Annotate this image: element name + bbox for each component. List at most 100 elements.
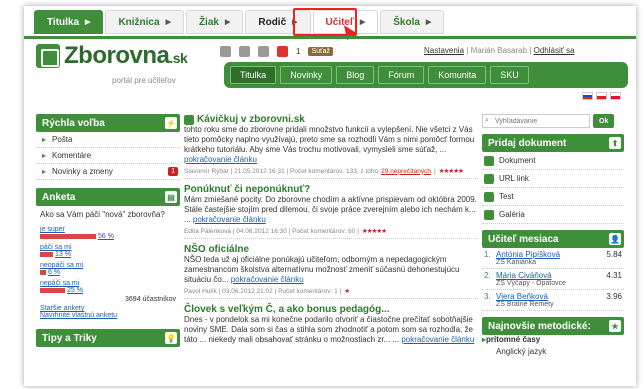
nav-novinky[interactable]: Novinky <box>280 66 333 84</box>
rating-stars-icon: ★★★★★ <box>438 168 464 175</box>
poll-icon: ▤ <box>165 191 177 203</box>
poll-bar <box>40 288 65 293</box>
zborovna-icon <box>184 114 194 125</box>
mail-icon[interactable] <box>220 46 231 57</box>
logo[interactable]: Zborovna.sk <box>64 42 188 70</box>
older-polls-link[interactable]: Staršie ankety <box>40 305 180 312</box>
teacher-month-header: Učiteľ mesiaca 👤 <box>482 230 624 248</box>
quick-item-novinky[interactable]: ▸ Novinky a zmeny 1 <box>36 164 180 180</box>
teacher-link[interactable]: Mária Civáňová <box>496 271 552 280</box>
settings-link[interactable]: Nastavenia <box>424 46 464 55</box>
tab-kniznica[interactable]: Knižnica ▶ <box>105 10 184 34</box>
article-title[interactable]: Ponúknuť či neponúknuť? <box>184 184 310 195</box>
article-title[interactable]: Človek s veľkým Č, a ako bonus pedagóg..… <box>184 304 390 315</box>
lightning-icon: ⚡ <box>165 117 177 129</box>
divider <box>24 36 636 39</box>
poll-bar <box>40 270 46 275</box>
add-url[interactable]: URL link <box>482 170 624 188</box>
header-icons: 1 Súťaž <box>220 46 334 57</box>
nav-komunita[interactable]: Komunita <box>428 66 487 84</box>
search-ok-button[interactable]: Ok <box>593 114 615 128</box>
sutaz-button[interactable]: Súťaž <box>308 47 334 56</box>
new-methods-header: Najnovšie metodické: ★ <box>482 317 624 335</box>
top-tabs: Titulka ▶ Knižnica ▶ Žiak ▶ Rodič ▶ Učiteľ ▶ … <box>34 10 445 36</box>
poll-option[interactable]: nepáči sa mi 25 % <box>40 278 176 294</box>
new-method-item[interactable]: ▸prítomné časy <box>482 335 624 347</box>
teacher-link[interactable]: Viera Beňková <box>496 292 548 301</box>
nav-sku[interactable]: SKU <box>490 66 529 84</box>
right-sidebar: ⌕ Ok Pridaj dokument⬆ Dokument URL link … <box>482 114 624 359</box>
articles: Kávičkuj v zborovni.sk tohto roku sme do… <box>184 114 478 353</box>
count-badge: 1 <box>168 167 178 176</box>
nav-forum[interactable]: Fórum <box>378 66 425 84</box>
flag-sk-icon[interactable] <box>582 92 593 100</box>
participants-count: 3694 účastníkov <box>125 296 176 303</box>
quick-header: Rýchla voľba ⚡ <box>36 114 180 132</box>
teacher-link[interactable]: Antónia Pipíšková <box>496 250 560 259</box>
teacher-row: 2. Mária Civáňová ZŠ Výčapy - Opatovce 4.31 <box>482 269 624 290</box>
bullet-icon: ▸ <box>42 167 47 176</box>
arrow-right-icon: ▶ <box>224 19 231 26</box>
page-frame: Titulka ▶ Knižnica ▶ Žiak ▶ Rodič ▶ Učiteľ ▶ … <box>24 6 636 386</box>
flag-pl-icon[interactable] <box>610 92 621 100</box>
tab-titulka[interactable]: Titulka ▶ <box>34 10 104 34</box>
star-icon: ★ <box>609 320 621 332</box>
article-meta: Slavomír Rybár | 21.05.2012 16:31 | Poče… <box>184 167 464 176</box>
tips-header: Tipy a Triky 💡 <box>36 329 180 347</box>
arrow-right-icon: ▶ <box>165 19 171 26</box>
search-icon: ⌕ <box>485 117 489 124</box>
add-gallery[interactable]: Galéria <box>482 206 624 224</box>
quick-item-komentare[interactable]: ▸ Komentáre <box>36 148 180 164</box>
language-flags <box>582 92 621 100</box>
article-meta: Pavol Hulík | 03.06.2012 21:02 | Počet k… <box>184 287 350 296</box>
search-bar: ⌕ Ok <box>482 114 624 128</box>
article-title[interactable]: NŠO oficiálne <box>184 244 249 255</box>
nav-blog[interactable]: Blog <box>336 66 375 84</box>
search-input[interactable] <box>482 114 590 128</box>
gift-icon[interactable] <box>258 46 269 57</box>
article: Človek s veľkým Č, a ako bonus pedagóg..… <box>184 304 475 344</box>
document-icon <box>484 155 494 166</box>
read-more-link[interactable]: pokračovanie článku <box>184 155 257 164</box>
arrow-right-icon: ▶ <box>85 19 91 26</box>
quick-item-posta[interactable]: ▸ Pošta <box>36 132 180 148</box>
nav-titulka[interactable]: Titulka <box>230 66 277 84</box>
rating-stars-icon: ★ <box>344 288 350 295</box>
suggest-poll-link[interactable]: Navrhnite vlastnú anketu <box>40 312 180 319</box>
teacher-row: 3. Viera Beňková ZŠ Bratné Remety 3.96 <box>482 290 624 311</box>
flag-cz-icon[interactable] <box>596 92 607 100</box>
add-test[interactable]: Test <box>482 188 624 206</box>
gallery-icon <box>484 209 494 220</box>
poll-option[interactable]: páči sa mi 13 % <box>40 242 176 258</box>
arrow-right-icon: ▶ <box>359 19 366 26</box>
add-document[interactable]: Dokument <box>482 152 624 170</box>
read-more-link[interactable]: pokračovanie článku <box>401 335 474 344</box>
notification-count: 1 <box>296 47 301 56</box>
upload-icon: ⬆ <box>609 137 621 149</box>
person-icon: 👤 <box>609 233 621 245</box>
article-title[interactable]: Kávičkuj v zborovni.sk <box>197 114 305 125</box>
tagline: portál pre učiteľov <box>112 76 176 85</box>
link-icon <box>484 173 494 184</box>
new-method-item[interactable]: Anglický jazyk <box>482 347 624 359</box>
tab-ziak[interactable]: Žiak ▶ <box>185 10 244 34</box>
test-icon <box>484 191 494 202</box>
user-bar: Nastavenia | Marián Basarab | Odhlásiť s… <box>424 46 575 55</box>
tab-skola[interactable]: Škola ▶ <box>380 10 445 34</box>
article: Ponúknuť či neponúknuť? Mám zmiešané poc… <box>184 184 478 239</box>
bulb-icon: 💡 <box>165 332 177 344</box>
poll-option[interactable]: je super 56 % <box>40 224 176 240</box>
teacher-row: 1. Antónia Pipíšková ZŠ Kanianka 5.84 <box>482 248 624 269</box>
read-more-link[interactable]: pokračovanie článku <box>231 275 304 284</box>
logout-link[interactable]: Odhlásiť sa <box>534 46 575 55</box>
add-doc-header[interactable]: Pridaj dokument ⬆ <box>482 134 624 152</box>
bullet-icon: ▸ <box>42 151 47 160</box>
poll-option[interactable]: neopáči sa mi 6 % <box>40 260 176 276</box>
broadcast-icon[interactable] <box>277 46 288 57</box>
chat-icon[interactable] <box>239 46 250 57</box>
user-name: Marián Basarab <box>470 46 528 55</box>
read-more-link[interactable]: pokračovanie článku <box>193 215 266 224</box>
bullet-icon: ▸ <box>42 135 47 144</box>
left-sidebar: Rýchla voľba ⚡ ▸ Pošta ▸ Komentáre ▸ Novinky… <box>36 114 180 347</box>
add-doc-list: Dokument URL link Test Galéria <box>482 152 624 224</box>
